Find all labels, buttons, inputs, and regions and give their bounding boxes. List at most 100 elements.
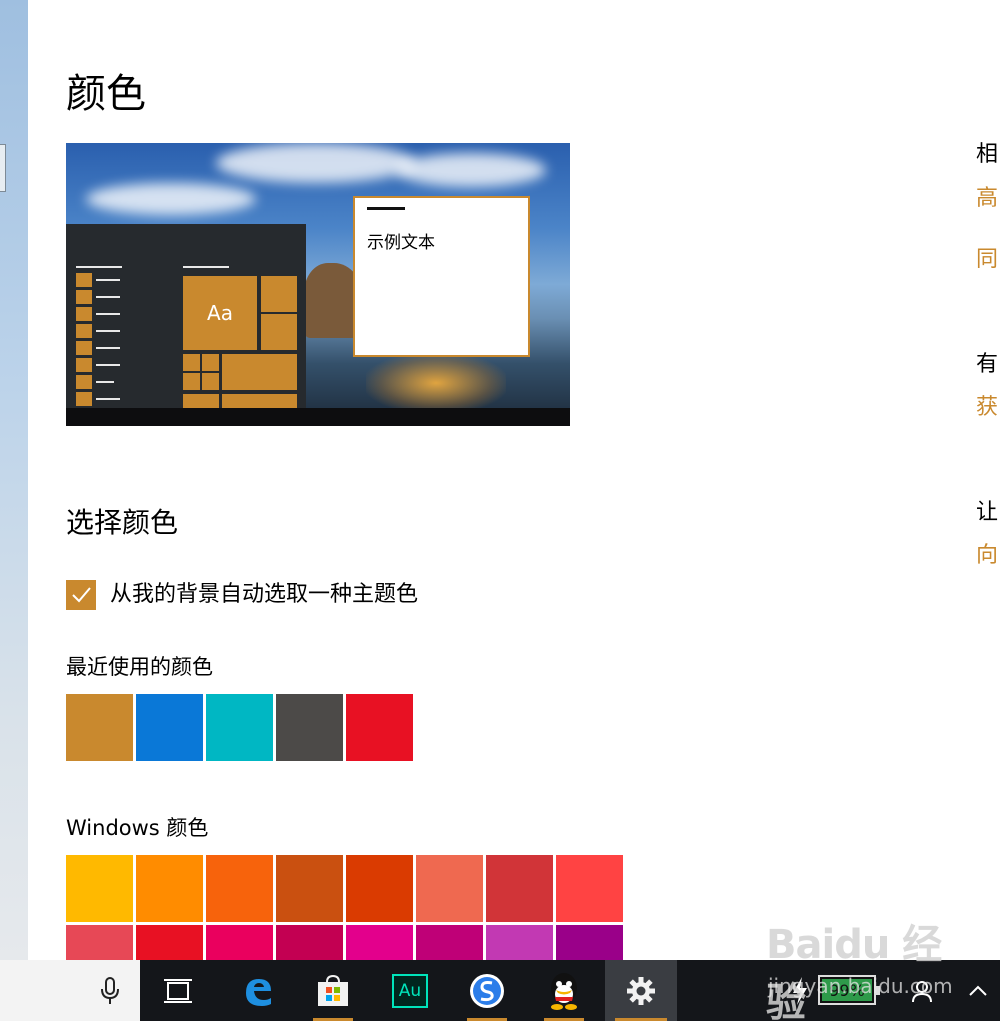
preview-sample-window: 示例文本 [353, 196, 530, 357]
windows-color-swatch[interactable] [66, 855, 133, 922]
qq-button[interactable] [534, 960, 594, 1021]
windows-colors-row [66, 855, 623, 922]
recent-color-swatch[interactable] [346, 694, 413, 761]
recent-color-swatch[interactable] [136, 694, 203, 761]
start-menu-line [76, 266, 122, 268]
preview-tile-label: Aa [207, 301, 233, 325]
chevron-up-icon [969, 985, 987, 996]
edge-button[interactable] [228, 960, 288, 1021]
recent-color-swatch[interactable] [276, 694, 343, 761]
start-menu-line [96, 330, 120, 332]
windows-color-swatch[interactable] [346, 925, 413, 960]
preview-tile [222, 394, 297, 408]
start-menu-app-icon [76, 324, 92, 338]
recent-colors-heading: 最近使用的颜色 [66, 655, 213, 679]
watermark-url: jingyan.baidu.com [768, 974, 953, 998]
sample-text: 示例文本 [367, 233, 435, 253]
windows-color-swatch[interactable] [66, 925, 133, 960]
preview-tile [183, 394, 219, 408]
start-menu-app-icon [76, 375, 92, 389]
recent-color-swatch[interactable] [206, 694, 273, 761]
windows-color-swatch[interactable] [556, 855, 623, 922]
windows-color-swatch[interactable] [416, 925, 483, 960]
start-menu-line [96, 279, 120, 281]
taskbar-search-area[interactable] [0, 960, 140, 1021]
edge-icon [246, 978, 271, 1006]
start-menu-line [96, 398, 120, 400]
preview-tile [202, 373, 219, 390]
windows-color-swatch[interactable] [416, 855, 483, 922]
windows-color-swatch[interactable] [486, 925, 553, 960]
related-settings-link[interactable]: 同 [976, 245, 998, 275]
preview-cloud [216, 143, 416, 183]
sogou-button[interactable] [457, 960, 517, 1021]
preview-tile-large: Aa [183, 276, 257, 350]
checkmark-icon [72, 587, 91, 603]
start-menu-line [96, 296, 120, 298]
audition-button[interactable]: Au [380, 960, 440, 1021]
preview-tile [183, 373, 200, 390]
store-icon [318, 974, 348, 1006]
related-settings-link[interactable]: 高 [976, 184, 998, 214]
preview-taskbar [66, 408, 570, 426]
help-heading-text: 有 [976, 352, 999, 377]
windows-colors-row [66, 925, 623, 960]
preview-tile [261, 314, 297, 350]
windows-color-swatch[interactable] [276, 855, 343, 922]
watermark-brand: Baidu 经验 [766, 922, 942, 1026]
start-menu-app-icon [76, 358, 92, 372]
preview-start-menu: Aa [66, 224, 306, 408]
window-edge-handle [0, 144, 6, 192]
start-menu-app-icon [76, 307, 92, 321]
recent-colors-row [66, 694, 413, 761]
show-hidden-icons-button[interactable] [958, 960, 998, 1021]
microphone-icon [101, 976, 119, 1004]
color-preview: Aa 示例文本 [66, 143, 570, 426]
feedback-link[interactable]: 向 [976, 541, 998, 571]
settings-button[interactable] [605, 960, 677, 1021]
windows-color-swatch[interactable] [136, 925, 203, 960]
windows-color-swatch[interactable] [556, 925, 623, 960]
qq-icon [551, 972, 577, 1010]
auto-accent-checkbox[interactable] [66, 580, 96, 610]
recent-color-swatch[interactable] [66, 694, 133, 761]
sogou-icon [470, 973, 504, 1008]
start-menu-line [183, 266, 229, 268]
choose-color-heading: 选择颜色 [66, 506, 179, 539]
windows-color-swatch[interactable] [276, 925, 343, 960]
windows-color-swatch[interactable] [206, 855, 273, 922]
baidu-watermark: Baidu 经验 jingyan.baidu.com [766, 912, 953, 1026]
auto-accent-label[interactable]: 从我的背景自动选取一种主题色 [110, 580, 418, 610]
store-button[interactable] [303, 960, 363, 1021]
microphone-button[interactable] [80, 960, 140, 1021]
task-view-button[interactable] [148, 960, 208, 1021]
help-link[interactable]: 获 [976, 393, 998, 423]
audition-icon: Au [392, 973, 428, 1008]
start-menu-line [96, 313, 120, 315]
start-menu-line [96, 347, 120, 349]
windows-color-swatch[interactable] [206, 925, 273, 960]
windows-color-swatch[interactable] [136, 855, 203, 922]
start-menu-app-icon [76, 392, 92, 406]
start-menu-line [96, 381, 114, 383]
page-title: 颜色 [66, 71, 146, 117]
task-view-icon [164, 978, 192, 1003]
feedback-heading-text: 让 [976, 500, 999, 525]
preview-tile [202, 354, 219, 371]
preview-tile [222, 354, 297, 390]
background-window-edge [0, 0, 28, 960]
windows-color-swatch[interactable] [346, 855, 413, 922]
windows-colors-heading: Windows 颜色 [66, 816, 209, 840]
related-settings-text: 相 [976, 142, 999, 167]
preview-cloud [86, 183, 256, 215]
start-menu-app-icon [76, 341, 92, 355]
preview-tile [183, 354, 200, 371]
preview-reflection [366, 353, 506, 413]
start-menu-app-icon [76, 290, 92, 304]
windows-color-swatch[interactable] [486, 855, 553, 922]
start-menu-line [96, 364, 120, 366]
preview-tile [261, 276, 297, 312]
settings-icon [627, 976, 655, 1005]
start-menu-app-icon [76, 273, 92, 287]
preview-cloud [396, 153, 546, 187]
